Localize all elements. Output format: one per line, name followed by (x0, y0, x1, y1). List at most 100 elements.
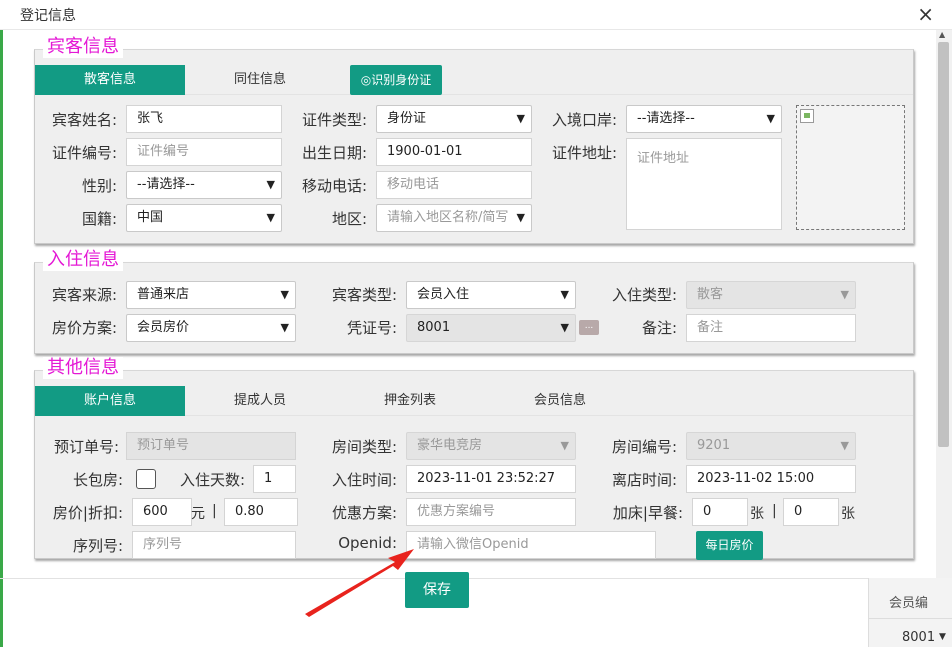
promo-label: 优惠方案: (331, 504, 397, 522)
birth-input[interactable]: 1900-01-01 (376, 138, 532, 166)
gender-value: --请选择-- (137, 177, 195, 192)
checkin-time-input[interactable]: 2023-11-01 23:52:27 (406, 465, 576, 493)
room-no-select[interactable]: 9201 ▼ (686, 432, 856, 460)
tab-account[interactable]: 账户信息 (35, 386, 185, 416)
chevron-down-icon: ▼ (766, 112, 775, 125)
rate-plan-value: 会员房价 (137, 320, 190, 335)
long-stay-checkbox[interactable] (136, 469, 156, 489)
save-button[interactable]: 保存 (405, 572, 469, 608)
tab-commission[interactable]: 提成人员 (185, 386, 335, 416)
guest-tabs: 散客信息 同住信息 (35, 65, 913, 95)
stay-days-input[interactable]: 1 (253, 465, 296, 493)
idtype-value: 身份证 (387, 111, 427, 126)
name-label: 宾客姓名: (51, 111, 117, 129)
checkin-type-select[interactable]: 散客 ▼ (686, 281, 856, 309)
remark-input[interactable]: 备注 (686, 314, 856, 342)
rate-plan-label: 房价方案: (51, 319, 117, 337)
bed-unit: 张 (750, 506, 764, 522)
member-no-value[interactable]: 8001 (902, 630, 935, 645)
idno-input[interactable]: 证件编号 (126, 138, 282, 166)
voucher-more-button[interactable]: ... (579, 320, 599, 335)
chevron-down-icon: ▼ (266, 211, 275, 224)
birth-label: 出生日期: (301, 144, 367, 162)
price-unit: 元 (191, 506, 205, 522)
voucher-select[interactable]: 8001 ▼ (406, 314, 576, 342)
promo-input[interactable]: 优惠方案编号 (406, 498, 576, 526)
tab-member[interactable]: 会员信息 (485, 386, 635, 416)
breakfast-input[interactable]: 0 (783, 498, 839, 526)
room-price-input[interactable]: 600 (132, 498, 192, 526)
tab-cohabitant[interactable]: 同住信息 (185, 65, 335, 95)
dialog-titlebar: 登记信息 × (0, 0, 952, 30)
addr-label: 证件地址: (551, 144, 617, 162)
chevron-down-icon: ▼ (280, 288, 289, 301)
rate-plan-select[interactable]: 会员房价 ▼ (126, 314, 296, 342)
scan-id-button[interactable]: ◎识别身份证 (350, 65, 442, 95)
scroll-up-icon[interactable]: ▲ (939, 30, 945, 39)
port-value: --请选择-- (637, 111, 695, 126)
chevron-down-icon: ▼ (840, 288, 849, 301)
port-label: 入境口岸: (551, 111, 617, 129)
checkin-time-label: 入住时间: (331, 471, 397, 489)
id-photo (796, 105, 905, 230)
name-input[interactable]: 张飞 (126, 105, 282, 133)
openid-label: Openid: (338, 534, 397, 552)
room-type-label: 房间类型: (331, 438, 397, 456)
source-value: 普通来店 (137, 287, 190, 302)
order-no-input[interactable]: 预订单号 (126, 432, 296, 460)
gender-select[interactable]: --请选择-- ▼ (126, 171, 282, 199)
tab-individual[interactable]: 散客信息 (35, 65, 185, 95)
guest-info-legend: 宾客信息 (43, 36, 123, 58)
nation-value: 中国 (137, 210, 164, 225)
idtype-select[interactable]: 身份证 ▼ (376, 105, 532, 133)
region-placeholder: 请输入地区名称/简写 (387, 210, 509, 225)
source-label: 宾客来源: (51, 286, 117, 304)
voucher-value: 8001 (417, 320, 451, 335)
chevron-down-icon: ▼ (560, 439, 569, 452)
stay-days-label: 入住天数: (179, 471, 245, 489)
scrollbar-thumb[interactable] (938, 42, 949, 447)
region-select[interactable]: 请输入地区名称/简写 ▼ (376, 204, 532, 232)
openid-input[interactable]: 请输入微信Openid (406, 531, 656, 559)
mobile-label: 移动电话: (301, 177, 367, 195)
guest-info-section: 宾客信息 散客信息 同住信息 ◎识别身份证 宾客姓名: 张飞 证件类型: 身份证… (34, 36, 914, 244)
checkin-type-value: 散客 (697, 287, 724, 302)
mobile-input[interactable]: 移动电话 (376, 171, 532, 199)
room-type-value: 豪华电竞房 (417, 438, 483, 453)
chevron-down-icon: ▼ (840, 439, 849, 452)
extra-bed-input[interactable]: 0 (692, 498, 748, 526)
chevron-down-icon: ▼ (514, 205, 525, 231)
checkin-info-legend: 入住信息 (43, 249, 123, 271)
other-info-legend: 其他信息 (43, 357, 123, 379)
order-no-label: 预订单号: (53, 438, 119, 456)
serial-input[interactable]: 序列号 (132, 531, 296, 559)
discount-input[interactable]: 0.80 (224, 498, 298, 526)
guest-type-value: 会员入住 (417, 287, 470, 302)
chevron-down-icon: ▼ (266, 178, 275, 191)
port-select[interactable]: --请选择-- ▼ (626, 105, 782, 133)
left-edge (0, 30, 3, 647)
chevron-down-icon: ▼ (560, 321, 569, 334)
nation-label: 国籍: (81, 210, 117, 228)
daily-rate-button[interactable]: 每日房价 (696, 531, 763, 560)
nation-select[interactable]: 中国 ▼ (126, 204, 282, 232)
room-type-select[interactable]: 豪华电竞房 ▼ (406, 432, 576, 460)
other-info-section: 其他信息 账户信息 提成人员 押金列表 会员信息 预订单号: 预订单号 房间类型… (34, 357, 914, 560)
tab-deposit[interactable]: 押金列表 (335, 386, 485, 416)
room-no-label: 房间编号: (611, 438, 677, 456)
long-stay-label: 长包房: (72, 471, 123, 489)
breakfast-unit: 张 (841, 506, 855, 522)
checkin-info-section: 入住信息 宾客来源: 普通来店 ▼ 宾客类型: 会员入住 ▼ 入住类型: 散客 ▼ 房… (34, 249, 914, 354)
bed-separator: | (772, 503, 777, 519)
price-separator: | (212, 503, 217, 519)
address-textarea[interactable]: 证件地址 (626, 138, 782, 230)
checkout-time-input[interactable]: 2023-11-02 15:00 (686, 465, 856, 493)
panel-divider (869, 618, 952, 619)
close-icon[interactable]: × (917, 2, 934, 26)
chevron-down-icon[interactable]: ▼ (939, 632, 946, 642)
checkout-time-label: 离店时间: (611, 471, 677, 489)
source-select[interactable]: 普通来店 ▼ (126, 281, 296, 309)
member-no-label: 会员编 (889, 596, 929, 611)
guest-type-select[interactable]: 会员入住 ▼ (406, 281, 576, 309)
gender-label: 性别: (81, 177, 117, 195)
